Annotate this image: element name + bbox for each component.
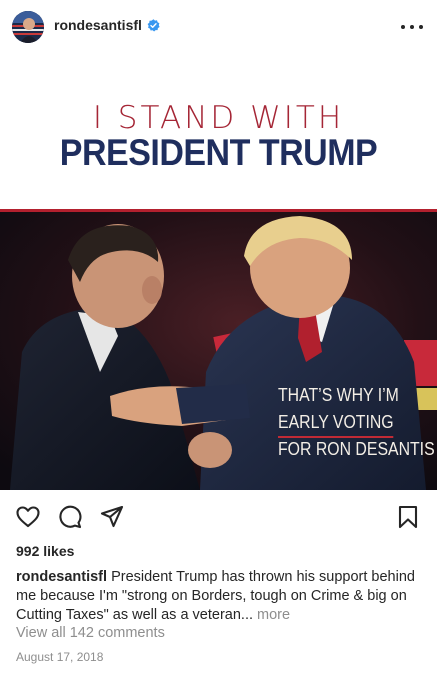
overlay-line-3: FOR RON DESANTIS — [278, 439, 435, 459]
caption-more-link[interactable]: more — [257, 607, 290, 623]
caption-username[interactable]: rondesantisfl — [16, 569, 107, 585]
verified-badge-icon — [147, 18, 160, 32]
headline-area: I STAND WITH PRESIDENT TRUMP — [0, 54, 437, 209]
overlay-line-1: THAT’S WHY I’M — [278, 385, 399, 405]
bookmark-icon[interactable] — [395, 504, 421, 530]
headline-top: I STAND WITH — [92, 100, 345, 136]
heart-icon[interactable] — [15, 504, 41, 530]
comment-icon[interactable] — [57, 504, 83, 530]
post-image[interactable]: I STAND WITH PRESIDENT TRUMP THAT’S WHY … — [0, 54, 437, 490]
post-date: August 17, 2018 — [16, 650, 104, 664]
more-options-icon[interactable] — [401, 18, 423, 36]
post-header: rondesantisfl — [0, 0, 437, 54]
action-bar — [0, 498, 437, 538]
like-count[interactable]: 992 likes — [16, 543, 74, 559]
overlay-text: THAT’S WHY I’M EARLY VOTING FOR RON DESA… — [278, 382, 435, 463]
headline-bottom: PRESIDENT TRUMP — [59, 132, 378, 174]
view-all-comments-link[interactable]: View all 142 comments — [16, 625, 165, 641]
username-wrap: rondesantisfl — [54, 17, 160, 33]
send-icon[interactable] — [99, 504, 125, 530]
avatar[interactable] — [12, 11, 44, 43]
username[interactable]: rondesantisfl — [54, 17, 142, 33]
overlay-line-2: EARLY VOTING — [278, 409, 394, 438]
post-caption: rondesantisfl President Trump has thrown… — [16, 568, 422, 625]
